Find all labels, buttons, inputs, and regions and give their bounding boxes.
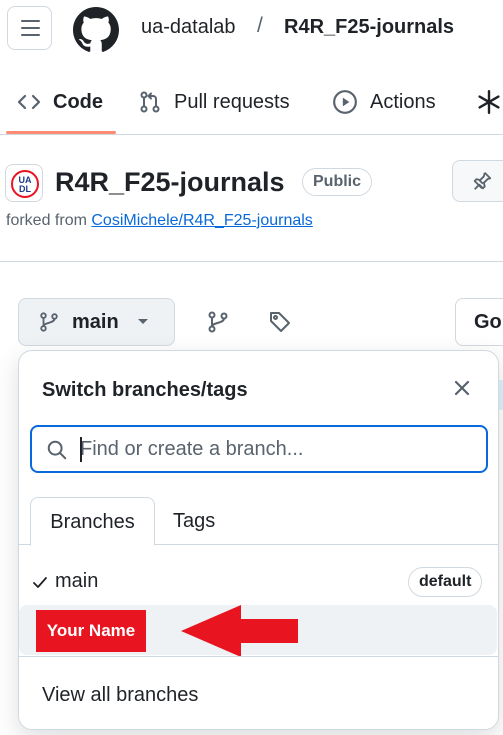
forked-from-prefix: forked from xyxy=(6,212,87,229)
visibility-badge: Public xyxy=(302,168,373,196)
tab-branches[interactable]: Branches xyxy=(30,497,155,546)
hamburger-menu-button[interactable] xyxy=(7,6,52,50)
pin-button[interactable] xyxy=(452,160,503,202)
branch-tag-tabs: Branches Tags xyxy=(19,497,498,546)
check-icon xyxy=(33,577,47,588)
close-button[interactable] xyxy=(450,376,474,400)
branches-link-button[interactable] xyxy=(200,304,236,340)
avatar-text-bottom: DL xyxy=(19,184,31,194)
branch-select-label: main xyxy=(72,310,119,333)
tab-pull-requests-label: Pull requests xyxy=(174,90,290,113)
code-icon xyxy=(17,94,41,110)
play-icon xyxy=(333,90,357,114)
switch-branches-panel: Switch branches/tags Branches Tags main … xyxy=(18,350,499,730)
header-divider xyxy=(0,261,503,262)
tab-code[interactable]: Code xyxy=(17,70,103,134)
ua-datalab-logo-icon: UA DL xyxy=(11,170,39,198)
panel-footer-divider xyxy=(19,656,498,657)
pin-icon xyxy=(473,172,492,190)
repo-tab-nav: Code Pull requests Actions xyxy=(0,70,503,135)
branch-item-main[interactable]: main default xyxy=(19,557,498,607)
tab-code-label: Code xyxy=(53,90,103,113)
tab-more[interactable] xyxy=(476,70,503,134)
top-header: ua-datalab / R4R_F25-journals xyxy=(0,0,503,58)
tag-icon xyxy=(270,312,290,332)
red-arrow-annotation xyxy=(181,605,298,657)
branch-name-redacted-label: Your Name xyxy=(36,610,146,652)
branch-select-button[interactable]: main xyxy=(18,298,175,346)
default-badge: default xyxy=(408,567,483,597)
tab-tags[interactable]: Tags xyxy=(173,497,215,545)
close-icon xyxy=(454,380,470,396)
tab-pull-requests[interactable]: Pull requests xyxy=(138,70,290,134)
go-to-file-button[interactable]: Go xyxy=(455,298,503,346)
git-branch-icon xyxy=(40,312,58,332)
branch-item-your-name[interactable]: Your Name xyxy=(19,605,497,657)
triangle-down-icon xyxy=(137,319,148,324)
tags-link-button[interactable] xyxy=(262,304,298,340)
breadcrumb-separator: / xyxy=(257,14,263,37)
branch-search-input[interactable] xyxy=(80,434,476,464)
github-logo-icon[interactable] xyxy=(73,7,119,53)
forked-from-line: forked from CosiMichele/R4R_F25-journals xyxy=(6,212,313,230)
branch-name: main xyxy=(55,570,99,592)
branch-search-box[interactable] xyxy=(30,425,488,473)
tab-actions-label: Actions xyxy=(370,90,436,113)
git-pull-request-icon xyxy=(140,91,160,113)
tab-actions[interactable]: Actions xyxy=(332,70,436,134)
selected-tab-underline xyxy=(6,131,116,134)
text-cursor xyxy=(80,437,82,462)
view-all-branches-link[interactable]: View all branches xyxy=(42,684,198,707)
asterisk-icon xyxy=(478,89,500,115)
breadcrumb-repo-link[interactable]: R4R_F25-journals xyxy=(284,16,454,39)
repo-owner-avatar[interactable]: UA DL xyxy=(5,164,43,202)
repo-title[interactable]: R4R_F25-journals xyxy=(55,167,285,198)
git-branch-icon xyxy=(208,311,228,333)
search-icon xyxy=(47,440,67,460)
panel-title: Switch branches/tags xyxy=(42,379,248,401)
forked-from-link[interactable]: CosiMichele/R4R_F25-journals xyxy=(91,212,312,229)
breadcrumb-owner-link[interactable]: ua-datalab xyxy=(141,16,236,39)
